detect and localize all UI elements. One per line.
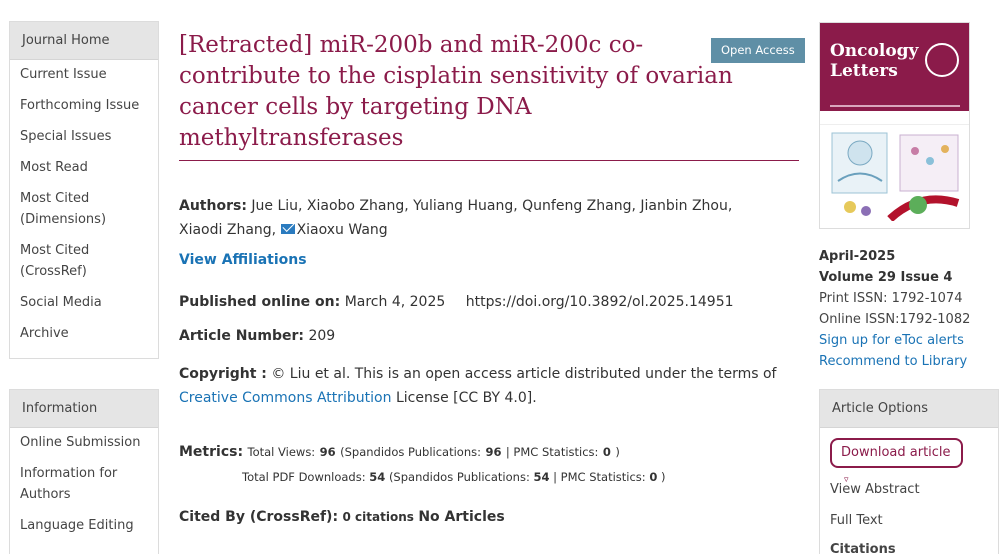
sidebar-item-archive[interactable]: Archive (10, 323, 158, 344)
authors-label: Authors: (179, 198, 247, 214)
citations-count: 0 citations (342, 510, 414, 524)
total-views-value: 96 (319, 445, 336, 459)
sidebar-item-language-editing[interactable]: Language Editing (10, 515, 158, 536)
sidebar-item-forthcoming-issue[interactable]: Forthcoming Issue (10, 95, 158, 116)
sidebar-item-most-cited-dimensions[interactable]: Most Cited (Dimensions) (10, 188, 158, 230)
corresponding-author[interactable]: Xiaoxu Wang (297, 222, 388, 238)
authors-line: Authors: Jue Liu, Xiaobo Zhang, Yuliang … (179, 194, 779, 242)
close-paren-2: ) (661, 470, 666, 484)
no-articles-text: No Articles (418, 509, 505, 525)
online-issn: Online ISSN:1792-1082 (819, 312, 971, 327)
sidebar-item-current-issue[interactable]: Current Issue (10, 64, 158, 85)
article-number: 209 (308, 328, 336, 344)
published-date: March 4, 2025 (344, 294, 446, 310)
article-number-line: Article Number: 209 (179, 328, 335, 344)
recommend-library-link[interactable]: Recommend to Library (819, 351, 970, 372)
view-affiliations-link[interactable]: View Affiliations (179, 252, 307, 268)
authors-list[interactable]: Jue Liu, Xiaobo Zhang, Yuliang Huang, Qu… (179, 198, 732, 238)
download-article-label: Download article (841, 445, 951, 460)
sidebar-item-social-media[interactable]: Social Media (10, 292, 158, 313)
close-paren: ) (615, 445, 620, 459)
article-options-box: Article Options Download article ▿ View … (819, 389, 999, 554)
cited-by-label: Cited By (CrossRef): (179, 509, 339, 525)
pmc-views-value: 0 (602, 445, 611, 459)
issue-info: April-2025 Volume 29 Issue 4 Print ISSN:… (819, 246, 970, 372)
spandidos-pdf-value: 54 (533, 470, 550, 484)
sidebar-item-online-submission[interactable]: Online Submission (10, 432, 158, 453)
journal-cover[interactable]: Oncology Letters (819, 22, 970, 229)
download-article-button[interactable]: Download article ▿ (830, 438, 963, 485)
sidebar-item-most-read[interactable]: Most Read (10, 157, 158, 178)
published-label: Published online on: (179, 294, 341, 310)
pmc-views-label: | PMC Statistics: (505, 445, 599, 459)
open-access-badge: Open Access (711, 38, 805, 63)
pmc-pdf-label: | PMC Statistics: (553, 470, 646, 484)
journal-home-header[interactable]: Journal Home (10, 22, 158, 60)
spandidos-views-value: 96 (485, 445, 502, 459)
metrics-line: Metrics: Total Views: 96 (Spandidos Publ… (179, 444, 620, 460)
doi-link[interactable]: https://doi.org/10.3892/ol.2025.14951 (466, 294, 734, 310)
cover-subtitle-bar (830, 105, 960, 107)
license-suffix: License [CC BY 4.0]. (395, 390, 537, 406)
copyright-text: © Liu et al. This is an open access arti… (271, 366, 777, 382)
copyright-label: Copyright : (179, 366, 267, 382)
cover-illustration (831, 132, 960, 221)
article-header: [Retracted] miR-200b and miR-200c co-con… (179, 30, 799, 154)
journal-logo-icon (925, 43, 959, 77)
article-title: [Retracted] miR-200b and miR-200c co-con… (179, 32, 733, 151)
total-pdf-value: 54 (369, 470, 386, 484)
article-options-header: Article Options (820, 390, 998, 428)
print-issn: Print ISSN: 1792-1074 (819, 291, 963, 306)
metrics-label: Metrics: (179, 444, 244, 460)
cited-by-line: Cited By (CrossRef): 0 citations No Arti… (179, 509, 505, 525)
sidebar-item-most-cited-crossref[interactable]: Most Cited (CrossRef) (10, 240, 158, 282)
pdf-metrics-line: Total PDF Downloads: 54 (Spandidos Publi… (242, 470, 666, 484)
volume-issue: Volume 29 Issue 4 (819, 270, 953, 285)
information-header: Information (10, 390, 158, 428)
published-line: Published online on: March 4, 2025 https… (179, 294, 734, 310)
information-nav-box: Information Online Submission Informatio… (9, 389, 159, 554)
issue-date: April-2025 (819, 249, 896, 264)
sidebar-item-special-issues[interactable]: Special Issues (10, 126, 158, 147)
copyright-line: Copyright : © Liu et al. This is an open… (179, 362, 789, 410)
email-icon[interactable] (280, 224, 295, 234)
spandidos-pdf-label: (Spandidos Publications: (388, 470, 530, 484)
citations-link[interactable]: Citations (830, 542, 896, 554)
cover-band: Oncology Letters (820, 23, 969, 111)
cover-strip (820, 111, 969, 125)
total-pdf-label: Total PDF Downloads: (242, 470, 366, 484)
journal-nav-box: Journal Home Current Issue Forthcoming I… (9, 21, 159, 359)
full-text-link[interactable]: Full Text (830, 513, 883, 528)
license-link[interactable]: Creative Commons Attribution (179, 390, 391, 406)
title-divider (179, 160, 799, 161)
view-abstract-link[interactable]: View Abstract (830, 482, 920, 497)
spandidos-views-label: (Spandidos Publications: (340, 445, 481, 459)
sidebar-item-information-for-authors[interactable]: Information for Authors (10, 463, 158, 505)
pmc-pdf-value: 0 (649, 470, 658, 484)
article-number-label: Article Number: (179, 328, 304, 344)
total-views-label: Total Views: (247, 445, 316, 459)
etoc-alerts-link[interactable]: Sign up for eToc alerts (819, 330, 970, 351)
